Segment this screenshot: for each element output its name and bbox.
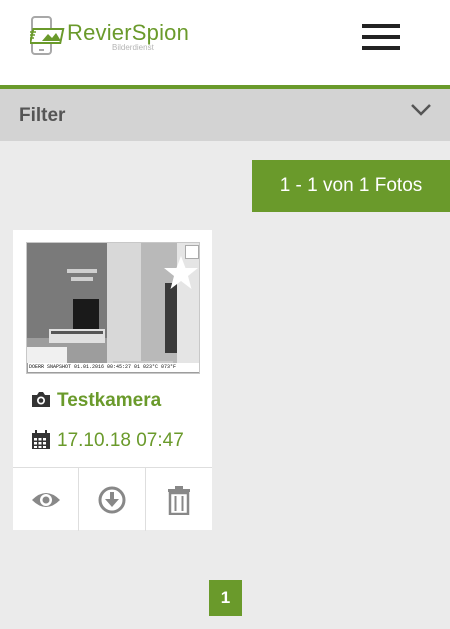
photo-card: DOERR SNAPSHOT 01.01.2016 00:45:27 01 02… (13, 230, 212, 531)
view-button[interactable] (13, 468, 79, 531)
hamburger-icon-line (362, 35, 400, 39)
filter-label: Filter (19, 105, 66, 126)
revierspion-logo[interactable]: RevierSpion Bilderdienst (30, 16, 200, 60)
menu-button[interactable] (356, 20, 406, 54)
filter-toggle[interactable]: Filter (0, 89, 450, 141)
photo-count-badge: 1 - 1 von 1 Fotos (252, 160, 450, 212)
hamburger-icon-line (362, 46, 400, 50)
photo-actions (13, 467, 212, 531)
chevron-down-icon (411, 104, 431, 116)
download-icon (98, 486, 126, 513)
phone-logo-icon (30, 16, 65, 55)
trash-icon (168, 485, 190, 515)
hamburger-icon (362, 24, 400, 28)
app-header: RevierSpion Bilderdienst (0, 0, 450, 89)
download-button[interactable] (79, 468, 146, 531)
select-checkbox[interactable] (185, 245, 199, 259)
calendar-icon (32, 430, 50, 449)
camera-icon (32, 392, 50, 407)
pagination-page-1[interactable]: 1 (209, 580, 242, 616)
delete-button[interactable] (146, 468, 212, 531)
photo-date: 17.10.18 07:47 (57, 430, 184, 451)
eye-icon (31, 492, 60, 507)
star-icon[interactable] (162, 255, 200, 291)
photo-thumbnail[interactable]: DOERR SNAPSHOT 01.01.2016 00:45:27 01 02… (26, 242, 200, 374)
camera-name[interactable]: Testkamera (57, 390, 161, 412)
logo-subtitle: Bilderdienst (112, 43, 154, 52)
photo-stamp: DOERR SNAPSHOT 01.01.2016 00:45:27 01 02… (28, 363, 199, 372)
